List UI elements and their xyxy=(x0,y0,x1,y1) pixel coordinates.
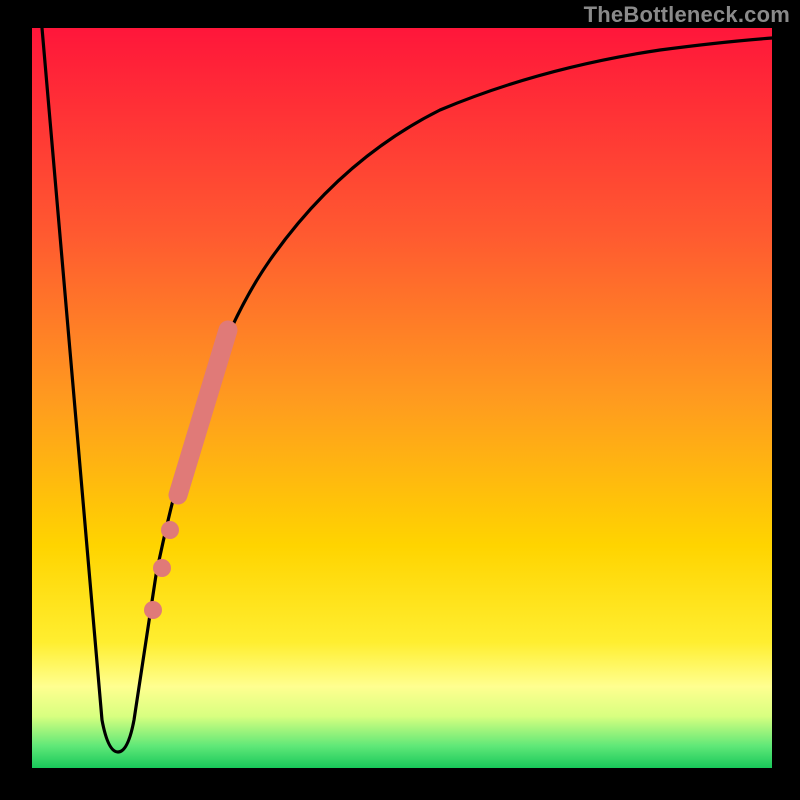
chart-svg xyxy=(0,0,800,800)
watermark-text: TheBottleneck.com xyxy=(584,2,790,28)
highlight-dot xyxy=(144,601,162,619)
highlight-dot xyxy=(153,559,171,577)
highlight-dot xyxy=(161,521,179,539)
chart-container: { "watermark": "TheBottleneck.com", "col… xyxy=(0,0,800,800)
